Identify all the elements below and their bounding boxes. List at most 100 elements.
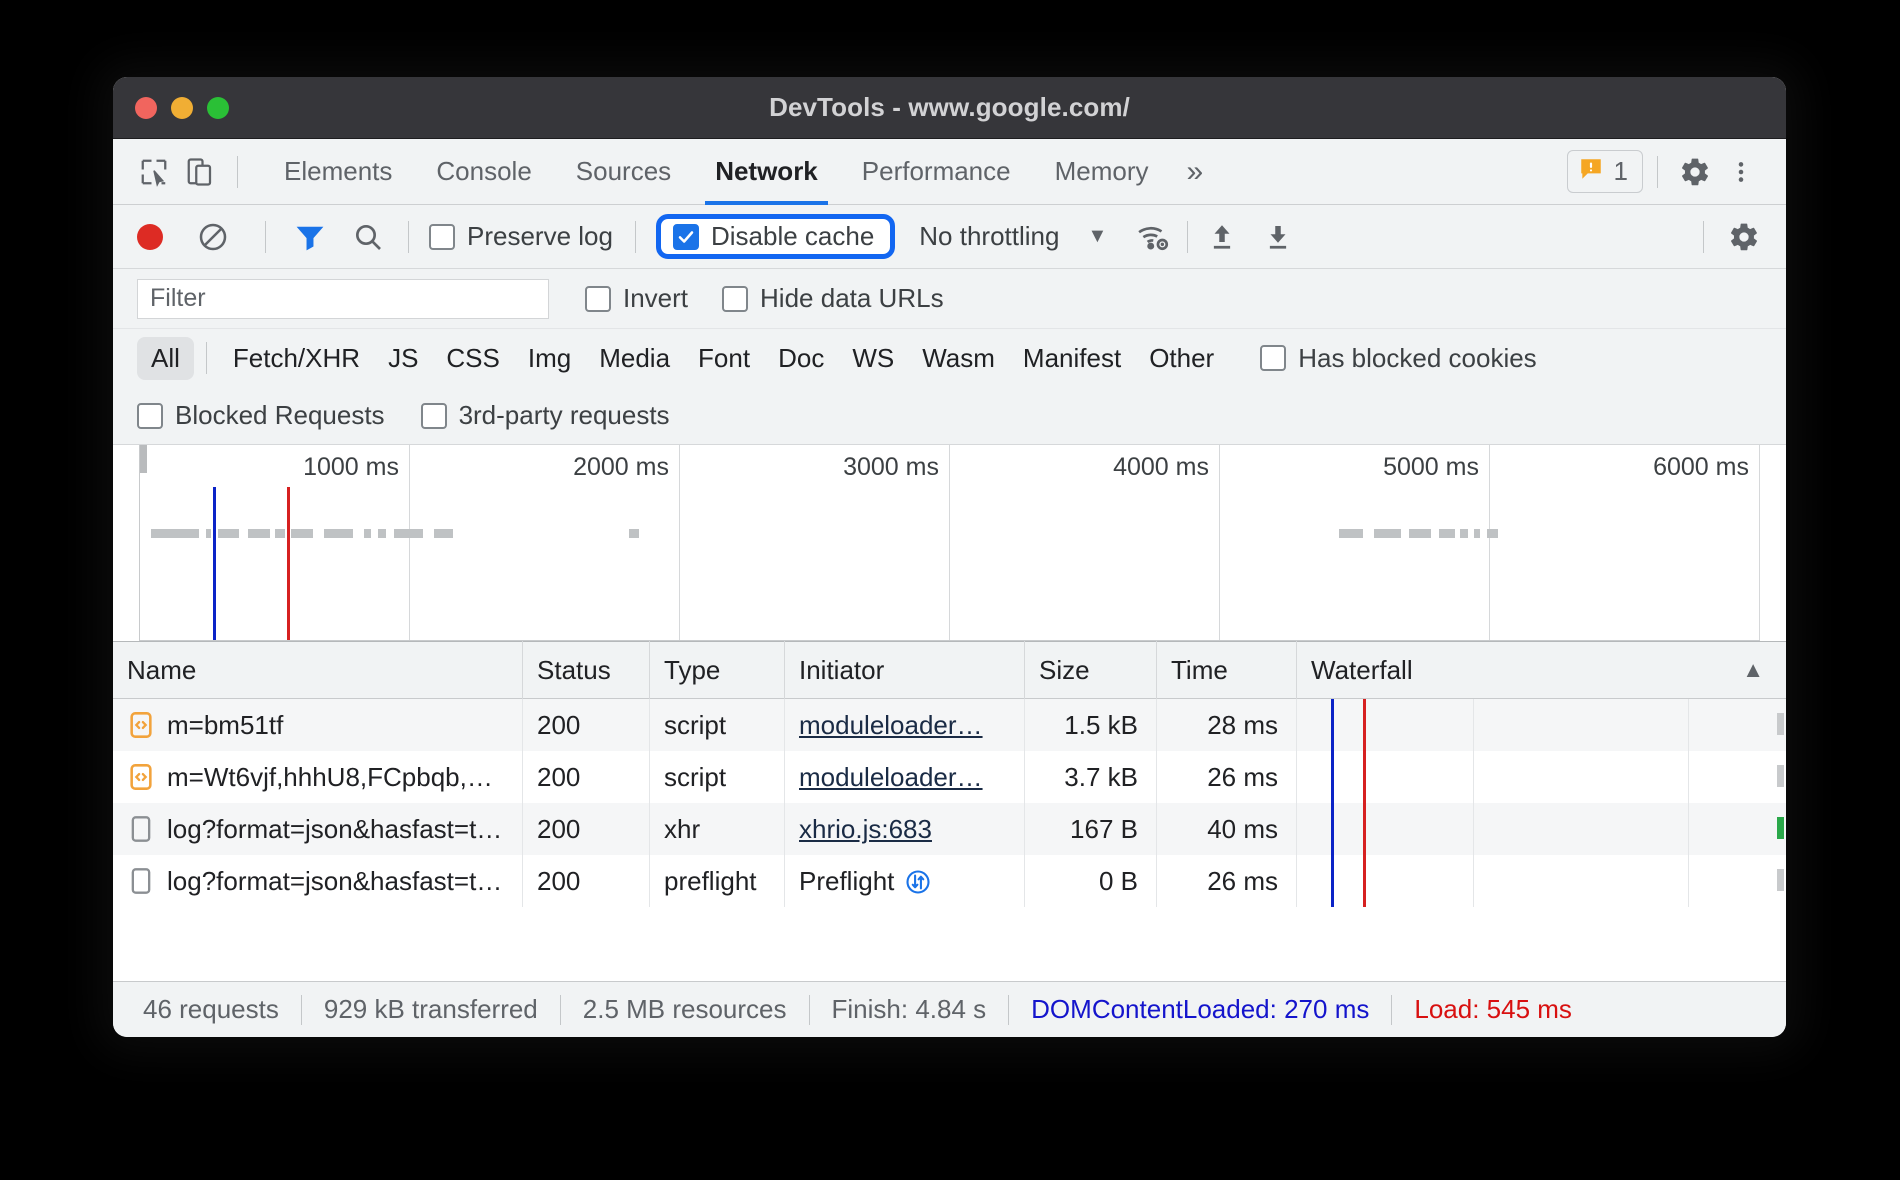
blocked-requests-checkbox[interactable]: Blocked Requests bbox=[137, 400, 385, 431]
column-header-status[interactable]: Status bbox=[523, 641, 650, 699]
overview-tick-label: 2000 ms bbox=[573, 453, 669, 482]
status-load: Load: 545 ms bbox=[1392, 994, 1594, 1025]
column-header-time[interactable]: Time bbox=[1157, 641, 1297, 699]
network-overview[interactable]: 1000 ms2000 ms3000 ms4000 ms5000 ms6000 … bbox=[139, 445, 1760, 641]
has-blocked-cookies-checkbox[interactable]: Has blocked cookies bbox=[1260, 343, 1536, 374]
hide-data-urls-box[interactable] bbox=[722, 286, 748, 312]
initiator-text: Preflight bbox=[799, 866, 894, 897]
preflight-request-icon[interactable] bbox=[894, 866, 932, 897]
tab-sources[interactable]: Sources bbox=[554, 139, 693, 205]
type-filter-img[interactable]: Img bbox=[514, 337, 585, 380]
panel-tabs: Elements Console Sources Network Perform… bbox=[262, 139, 1219, 205]
invert-box[interactable] bbox=[585, 286, 611, 312]
initiator-link[interactable]: xhrio.js:683 bbox=[799, 814, 932, 845]
device-toolbar-icon[interactable] bbox=[177, 149, 223, 195]
settings-gear-icon[interactable] bbox=[1672, 149, 1718, 195]
cell-waterfall[interactable] bbox=[1297, 751, 1786, 803]
has-blocked-cookies-box[interactable] bbox=[1260, 345, 1286, 371]
waterfall-gridline bbox=[1473, 803, 1474, 855]
toolbar-divider-1 bbox=[265, 221, 266, 253]
type-filter-ws[interactable]: WS bbox=[838, 337, 908, 380]
inspect-element-icon[interactable] bbox=[131, 149, 177, 195]
cell-waterfall[interactable] bbox=[1297, 699, 1786, 751]
preserve-log-box[interactable] bbox=[429, 224, 455, 250]
overview-activity-bar bbox=[394, 529, 424, 538]
column-header-name[interactable]: Name bbox=[113, 641, 523, 699]
type-filter-all[interactable]: All bbox=[137, 337, 194, 380]
filter-toggle-icon[interactable] bbox=[290, 217, 330, 257]
type-filter-js[interactable]: JS bbox=[374, 337, 432, 380]
overview-tick-cell: 6000 ms bbox=[1490, 445, 1760, 640]
hide-data-urls-checkbox[interactable]: Hide data URLs bbox=[722, 283, 944, 314]
third-party-requests-box[interactable] bbox=[421, 403, 447, 429]
cell-initiator[interactable]: Preflight bbox=[785, 855, 1025, 907]
type-filter-manifest[interactable]: Manifest bbox=[1009, 337, 1135, 380]
cell-initiator[interactable]: moduleloader… bbox=[785, 751, 1025, 803]
type-filter-other[interactable]: Other bbox=[1135, 337, 1228, 380]
tab-network[interactable]: Network bbox=[693, 139, 840, 205]
cell-waterfall[interactable] bbox=[1297, 803, 1786, 855]
tab-performance[interactable]: Performance bbox=[840, 139, 1033, 205]
cell-name[interactable]: log?format=json&hasfast=t… bbox=[113, 803, 523, 855]
clear-button[interactable] bbox=[193, 217, 233, 257]
cell-time: 26 ms bbox=[1157, 855, 1297, 907]
overview-activity-bar bbox=[291, 529, 313, 538]
type-filter-fetch-xhr[interactable]: Fetch/XHR bbox=[219, 337, 374, 380]
invert-checkbox[interactable]: Invert bbox=[585, 283, 688, 314]
overview-activity-bar bbox=[629, 529, 640, 538]
tab-memory[interactable]: Memory bbox=[1033, 139, 1171, 205]
filter-input[interactable]: Filter bbox=[137, 279, 549, 319]
more-options-icon[interactable] bbox=[1718, 149, 1764, 195]
type-filter-css[interactable]: CSS bbox=[432, 337, 513, 380]
download-icon[interactable] bbox=[1258, 217, 1298, 257]
overview-tick-label: 6000 ms bbox=[1653, 453, 1749, 482]
record-button[interactable] bbox=[137, 224, 163, 250]
upload-icon[interactable] bbox=[1202, 217, 1242, 257]
disable-cache-highlight[interactable]: Disable cache bbox=[656, 214, 895, 259]
maximize-window-button[interactable] bbox=[207, 97, 229, 119]
search-icon[interactable] bbox=[348, 217, 388, 257]
table-row[interactable]: m=Wt6vjf,hhhU8,FCpbqb,…200scriptmodulelo… bbox=[113, 751, 1786, 803]
third-party-requests-checkbox[interactable]: 3rd-party requests bbox=[421, 400, 670, 431]
column-header-type[interactable]: Type bbox=[650, 641, 785, 699]
cell-waterfall[interactable] bbox=[1297, 855, 1786, 907]
waterfall-gridline bbox=[1688, 699, 1689, 751]
throttling-dropdown[interactable]: No throttling ▼ bbox=[919, 221, 1107, 252]
type-filter-doc[interactable]: Doc bbox=[764, 337, 838, 380]
wifi-settings-icon[interactable] bbox=[1133, 217, 1173, 257]
cell-initiator[interactable]: moduleloader… bbox=[785, 699, 1025, 751]
network-settings-gear-icon[interactable] bbox=[1724, 217, 1764, 257]
type-filter-font[interactable]: Font bbox=[684, 337, 764, 380]
overview-activity-bar bbox=[218, 529, 239, 538]
cell-initiator[interactable]: xhrio.js:683 bbox=[785, 803, 1025, 855]
disable-cache-box[interactable] bbox=[673, 224, 699, 250]
initiator-link[interactable]: moduleloader… bbox=[799, 762, 983, 793]
initiator-link[interactable]: moduleloader… bbox=[799, 710, 983, 741]
cell-name[interactable]: m=Wt6vjf,hhhU8,FCpbqb,… bbox=[113, 751, 523, 803]
tab-elements[interactable]: Elements bbox=[262, 139, 414, 205]
tab-console[interactable]: Console bbox=[414, 139, 553, 205]
close-window-button[interactable] bbox=[135, 97, 157, 119]
window-title: DevTools - www.google.com/ bbox=[113, 92, 1786, 123]
column-header-waterfall[interactable]: Waterfall ▲ bbox=[1297, 641, 1786, 699]
table-row[interactable]: log?format=json&hasfast=t…200xhrxhrio.js… bbox=[113, 803, 1786, 855]
warning-badge-button[interactable]: 1 bbox=[1567, 150, 1643, 193]
preserve-log-checkbox[interactable]: Preserve log bbox=[429, 221, 613, 252]
waterfall-dcl-marker bbox=[1331, 803, 1334, 855]
column-header-size[interactable]: Size bbox=[1025, 641, 1157, 699]
type-filter-media[interactable]: Media bbox=[585, 337, 684, 380]
table-row[interactable]: m=bm51tf200scriptmoduleloader…1.5 kB28 m… bbox=[113, 699, 1786, 751]
table-row[interactable]: log?format=json&hasfast=t…200preflightPr… bbox=[113, 855, 1786, 907]
overview-tick-cell: 4000 ms bbox=[950, 445, 1220, 640]
type-filter-wasm[interactable]: Wasm bbox=[908, 337, 1009, 380]
chevron-down-icon[interactable]: ▼ bbox=[1087, 225, 1107, 248]
blocked-requests-box[interactable] bbox=[137, 403, 163, 429]
overview-activity-bar bbox=[1374, 529, 1401, 538]
column-header-initiator[interactable]: Initiator bbox=[785, 641, 1025, 699]
cell-name[interactable]: log?format=json&hasfast=t… bbox=[113, 855, 523, 907]
minimize-window-button[interactable] bbox=[171, 97, 193, 119]
more-tabs-icon[interactable]: » bbox=[1171, 139, 1220, 205]
disable-cache-label: Disable cache bbox=[711, 221, 874, 252]
sort-ascending-icon[interactable]: ▲ bbox=[1742, 657, 1764, 683]
cell-name[interactable]: m=bm51tf bbox=[113, 699, 523, 751]
